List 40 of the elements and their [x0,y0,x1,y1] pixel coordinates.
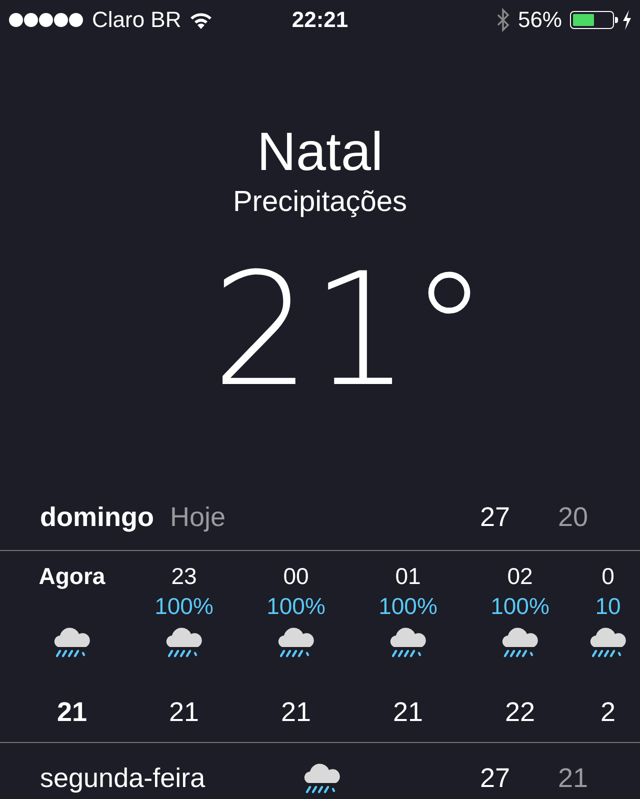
precipitation-chance: 100% [378,593,438,621]
rain-cloud-icon [164,627,204,659]
high-temperature: 27 [480,502,512,532]
rain-cloud-icon [52,627,92,659]
high-temperature: 27 [480,762,512,794]
hour-label: Agora [38,563,106,591]
day-name: segunda-feira [40,762,206,794]
bluetooth-icon [496,8,510,32]
rain-cloud-icon [302,763,342,795]
day-name: domingo [40,502,154,532]
hour-temperature: 2 [600,697,616,728]
current-temperature: 21° [210,240,488,420]
precipitation-chance: 100% [266,593,326,621]
city-name: Natal [256,121,384,184]
battery-percentage: 56% [518,7,562,33]
weather-condition: Precipitações [232,185,408,220]
rain-cloud-icon [388,627,428,659]
low-temperature: 20 [558,502,590,532]
low-temperature: 21 [558,762,590,794]
hour-temperature: 21 [280,697,312,728]
rain-cloud-icon [276,627,316,659]
precipitation-chance: 100% [490,593,550,621]
precipitation-chance: 100% [154,593,214,621]
hour-label: 00 [283,563,309,591]
signal-icon [8,12,84,28]
hour-label: 02 [507,563,533,591]
precipitation-chance: 10 [595,593,621,621]
hour-temperature: 21 [392,697,424,728]
wifi-icon [189,11,214,29]
hour-label: 0 [602,563,614,591]
clock: 22:21 [292,7,348,32]
rain-cloud-icon [500,627,540,659]
hour-label: 23 [171,563,197,591]
hour-temperature: 21 [168,697,200,728]
hour-temperature: 21 [56,697,88,728]
lightning-icon [622,10,632,30]
carrier-name: Claro BR [92,7,182,33]
hour-label: 01 [395,563,421,591]
hour-temperature: 22 [504,697,536,728]
today-label: Hoje [170,502,226,532]
